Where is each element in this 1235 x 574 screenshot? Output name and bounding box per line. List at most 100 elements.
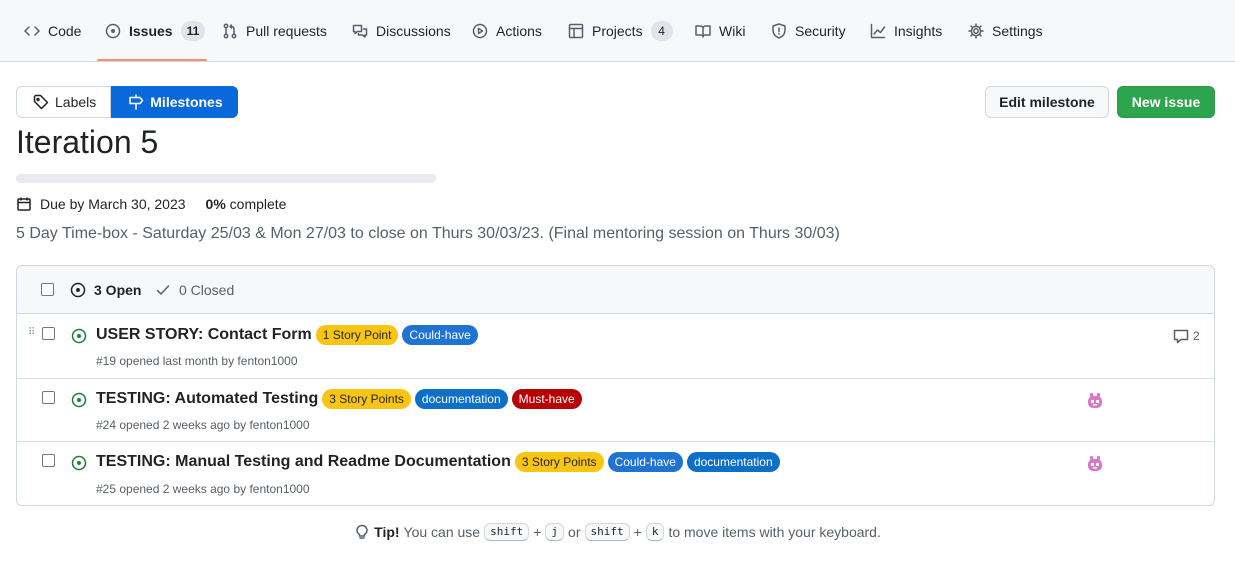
issue-meta: #24 opened 2 weeks ago by fenton1000 [96,418,310,432]
issue-label[interactable]: Must-have [511,389,582,409]
kbd-k: k [645,523,665,541]
issue-label[interactable]: 3 Story Points [322,389,411,409]
tip-heading: Tip! [374,524,400,540]
closed-issues-filter[interactable]: 0 Closed [155,280,234,300]
issue-row[interactable]: ⠿ USER STORY: Contact Form 1 Story Point… [17,314,1214,379]
assignee-avatar-icon[interactable] [1085,454,1105,474]
kbd-shift: shift [484,523,530,541]
tab-wiki[interactable]: Wiki [695,0,745,62]
keyboard-tip: Tip! You can use shift + j or shift + k … [0,523,1235,541]
issue-checkbox[interactable] [42,391,55,404]
tab-discussions[interactable]: Discussions [352,0,451,62]
milestones-link[interactable]: Milestones [111,86,238,118]
shield-icon [772,23,786,39]
tag-icon [33,94,49,110]
milestone-complete-text: complete [229,196,287,212]
new-issue-button[interactable]: New issue [1117,86,1215,118]
tab-security[interactable]: Security [771,0,846,62]
tab-pull-requests-label: Pull requests [246,23,327,39]
git-pull-request-icon [223,23,237,39]
issues-counter: 11 [180,21,206,41]
tab-settings-label: Settings [992,23,1043,39]
tip-plus: + [633,524,642,540]
issue-title-link[interactable]: TESTING: Manual Testing and Readme Docum… [96,453,511,471]
open-issues-count: 3 Open [94,282,142,298]
tab-actions-label: Actions [496,23,542,39]
tip-text-2: to move items with your keyboard. [668,524,881,540]
milestone-title: Iteration 5 [16,124,159,160]
issue-head: TESTING: Automated Testing 3 Story Point… [96,389,582,409]
select-all-checkbox[interactable] [41,283,54,296]
milestone-meta: Due by March 30, 2023 0% complete [16,195,286,213]
issue-checkbox[interactable] [42,327,55,340]
labels-link[interactable]: Labels [16,86,112,118]
tab-projects[interactable]: Projects 4 [568,0,673,62]
issue-opened-icon [70,282,86,298]
issue-label[interactable]: documentation [414,389,508,409]
milestone-complete: 0% complete [206,196,287,212]
milestone-progress-bar [16,174,436,183]
tab-actions[interactable]: Actions [472,0,542,62]
issues-list: 3 Open 0 Closed ⠿ USER STORY: Contact Fo… [16,265,1215,506]
graph-icon [870,23,886,39]
issue-comments-link[interactable]: 2 [1173,328,1200,344]
milestones-link-label: Milestones [150,94,223,110]
tab-settings[interactable]: Settings [968,0,1043,62]
comment-icon [1173,329,1189,344]
issue-title-link[interactable]: USER STORY: Contact Form [96,326,312,344]
repo-nav: Code Issues 11 Pull requests Discussions… [0,0,1235,62]
issue-row[interactable]: TESTING: Manual Testing and Readme Docum… [17,442,1214,505]
issue-label[interactable]: Could-have [607,452,683,472]
milestone-percent: 0% [205,196,226,212]
calendar-icon [17,197,31,211]
tab-discussions-label: Discussions [376,23,451,39]
issue-opened-icon [71,392,87,408]
kbd-shift: shift [584,523,630,541]
tab-insights[interactable]: Insights [870,0,942,62]
gear-icon [968,23,984,39]
issue-row[interactable]: TESTING: Automated Testing 3 Story Point… [17,379,1214,442]
issue-label[interactable]: 1 Story Point [315,325,399,345]
issue-head: TESTING: Manual Testing and Readme Docum… [96,452,780,472]
issue-comment-count: 2 [1193,329,1200,343]
projects-counter: 4 [650,21,673,41]
check-icon [156,285,170,295]
edit-milestone-button[interactable]: Edit milestone [985,86,1109,118]
issue-label[interactable]: 3 Story Points [514,452,604,472]
labels-link-label: Labels [55,94,97,110]
assignee-avatar-icon[interactable] [1085,391,1105,411]
issue-opened-icon [105,23,121,39]
selected-tab-underline [97,59,207,61]
milestone-description: 5 Day Time-box - Saturday 25/03 & Mon 27… [16,225,840,242]
play-icon [472,23,488,39]
tab-pull-requests[interactable]: Pull requests [222,0,327,62]
issue-label[interactable]: documentation [686,452,780,472]
issue-checkbox[interactable] [42,454,55,467]
kbd-j: j [545,523,565,541]
tip-plus: + [533,524,542,540]
tab-code[interactable]: Code [24,0,81,62]
issue-title-link[interactable]: TESTING: Automated Testing [96,390,318,408]
issue-opened-icon [71,455,87,471]
issue-label[interactable]: Could-have [402,325,478,345]
milestone-due-date: Due by March 30, 2023 [40,196,186,212]
issues-list-header: 3 Open 0 Closed [17,266,1214,314]
milestone-icon [129,94,144,110]
tab-issues-label: Issues [129,23,173,39]
issue-head: USER STORY: Contact Form 1 Story Point C… [96,325,478,345]
drag-handle-icon[interactable]: ⠿ [28,328,36,340]
closed-issues-count: 0 Closed [179,282,235,298]
issue-opened-icon [71,328,87,344]
issue-meta: #25 opened 2 weeks ago by fenton1000 [96,482,310,496]
table-icon [568,23,584,39]
tip-or: or [568,524,581,540]
tip-text-1: You can use [403,524,481,540]
tab-projects-label: Projects [592,23,643,39]
tab-issues[interactable]: Issues 11 [105,0,206,62]
comment-discussion-icon [352,24,368,38]
tab-wiki-label: Wiki [719,23,746,39]
open-issues-filter[interactable]: 3 Open [70,280,141,300]
tab-code-label: Code [48,23,82,39]
issue-meta: #19 opened last month by fenton1000 [96,354,298,368]
book-icon [695,25,711,38]
